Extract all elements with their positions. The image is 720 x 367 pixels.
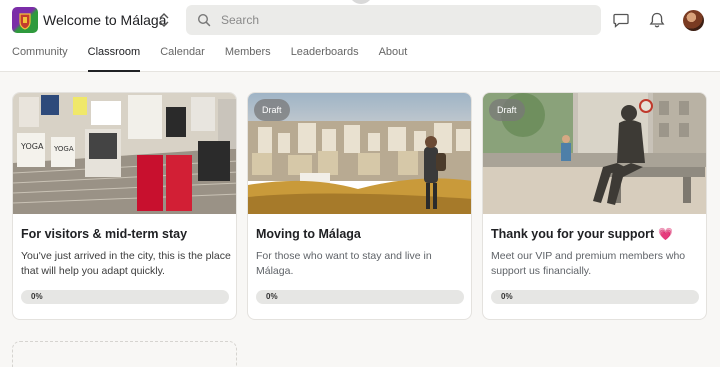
svg-text:YOGA: YOGA (20, 142, 44, 151)
window-notch (349, 0, 373, 4)
course-description: For those who want to stay and live in M… (256, 250, 432, 277)
course-cover-image: YOGA YOGA (13, 93, 236, 214)
svg-text:YOGA: YOGA (53, 145, 74, 153)
draft-badge: Draft (254, 99, 290, 121)
course-title: For visitors & mid-term stay (21, 227, 188, 241)
progress-label: 0% (266, 292, 278, 301)
course-description: Meet our VIP and premium members who sup… (491, 250, 686, 277)
tab-community[interactable]: Community (12, 45, 68, 72)
app-title[interactable]: Welcome to Málaga (43, 12, 166, 28)
course-description: You've just arrived in the city, this is… (21, 250, 231, 277)
bell-icon[interactable] (648, 11, 666, 29)
progress-label: 0% (501, 292, 513, 301)
chat-icon[interactable] (612, 11, 630, 29)
course-card[interactable]: Draft Moving to Málaga For those who wan… (247, 92, 472, 320)
progress-bar: 0% (491, 290, 699, 304)
tab-leaderboards[interactable]: Leaderboards (291, 45, 359, 72)
top-bar: Welcome to Málaga Community Classroom C (0, 0, 720, 72)
course-card[interactable]: YOGA YOGA For visitors & mid-term stay Y… (12, 92, 237, 320)
heart-emoji: 💗 (658, 227, 674, 241)
draft-badge: Draft (489, 99, 525, 121)
course-cover-image: Draft (483, 93, 706, 214)
tab-classroom[interactable]: Classroom (87, 45, 140, 72)
course-cover-image: Draft (248, 93, 471, 214)
search-icon (197, 13, 211, 27)
avatar[interactable] (683, 10, 704, 31)
tab-members[interactable]: Members (225, 45, 271, 72)
tab-about[interactable]: About (379, 45, 408, 72)
progress-label: 0% (31, 292, 43, 301)
tab-calendar[interactable]: Calendar (160, 45, 205, 72)
course-title: Moving to Málaga (256, 227, 361, 241)
course-title: Thank you for your support 💗 (491, 227, 673, 241)
add-course-placeholder[interactable] (12, 341, 237, 367)
progress-bar: 0% (21, 290, 229, 304)
search-input[interactable] (221, 11, 581, 29)
course-title-text: Thank you for your support (491, 227, 655, 241)
course-card[interactable]: Draft Thank you for your support 💗 Meet o… (482, 92, 707, 320)
community-logo[interactable] (12, 7, 38, 33)
search-bar[interactable] (186, 5, 601, 35)
chevron-updown-icon[interactable] (157, 11, 171, 29)
nav-tabs: Community Classroom Calendar Members Lea… (12, 45, 427, 72)
progress-bar: 0% (256, 290, 464, 304)
